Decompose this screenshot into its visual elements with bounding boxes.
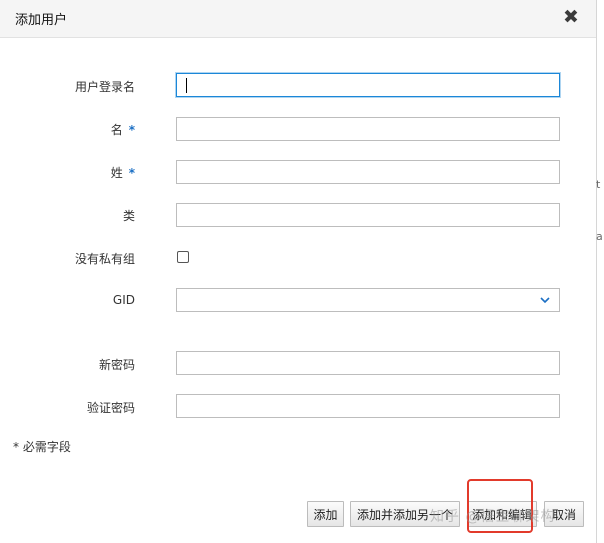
class-label: 类: [122, 209, 135, 223]
required-fields-note: * 必需字段: [13, 440, 71, 454]
last-name-label-text: 姓: [110, 166, 123, 180]
no-private-group-checkbox[interactable]: [177, 251, 189, 263]
background-edge-text: a: [596, 230, 603, 243]
background-edge-text: t: [596, 178, 601, 191]
add-button[interactable]: 添加: [307, 501, 344, 527]
close-icon[interactable]: ✖: [561, 5, 581, 29]
last-name-input[interactable]: [176, 160, 560, 184]
first-name-input[interactable]: [176, 117, 560, 141]
first-name-label: 名 *: [0, 121, 135, 138]
login-label: 用户登录名: [74, 80, 135, 94]
add-user-dialog: 添加用户 ✖ 用户登录名 名 * 姓 * 类 没有私有组 GID 新密码 验证密码: [0, 0, 597, 543]
watermark: 知乎 @悟空聊架构: [430, 509, 556, 525]
verify-password-label: 验证密码: [86, 401, 135, 415]
dialog-header: 添加用户 ✖: [0, 0, 596, 38]
required-mark: *: [128, 166, 135, 180]
gid-select[interactable]: [176, 288, 560, 312]
required-mark: *: [128, 123, 135, 137]
dialog-title: 添加用户: [15, 13, 68, 28]
chevron-down-icon[interactable]: [539, 294, 551, 306]
last-name-label: 姓 *: [0, 164, 135, 181]
gid-label: GID: [112, 293, 135, 307]
login-input[interactable]: [176, 73, 560, 97]
new-password-label: 新密码: [98, 358, 135, 372]
class-input[interactable]: [176, 203, 560, 227]
text-caret: [186, 78, 187, 93]
no-private-group-label: 没有私有组: [74, 252, 135, 266]
new-password-input[interactable]: [176, 351, 560, 375]
first-name-label-text: 名: [110, 123, 123, 137]
verify-password-input[interactable]: [176, 394, 560, 418]
